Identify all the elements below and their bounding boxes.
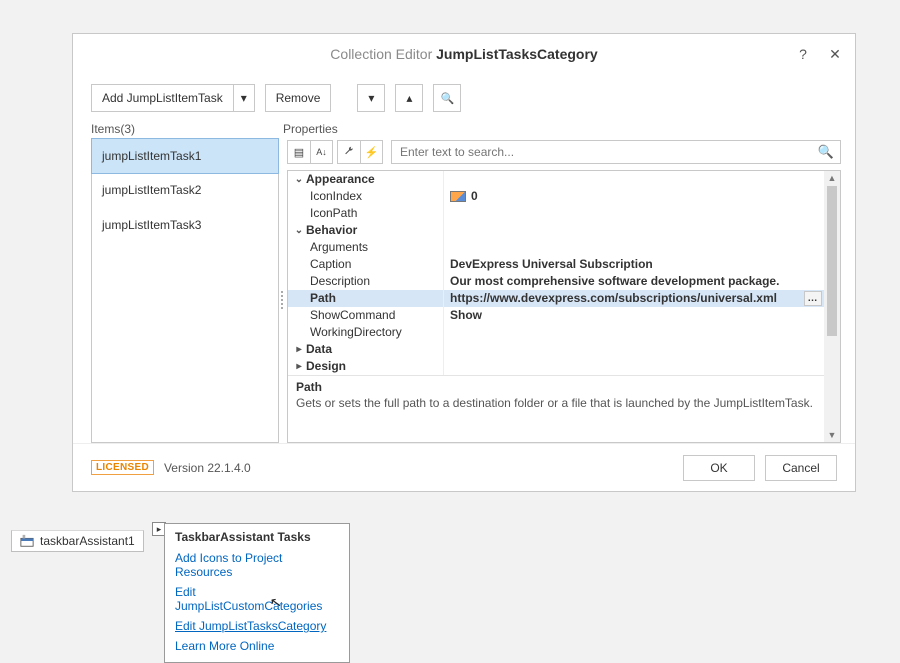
dialog-footer: LICENSED Version 22.1.4.0 OK Cancel xyxy=(73,443,855,491)
description-text: Gets or sets the full path to a destinat… xyxy=(296,396,816,410)
list-item[interactable]: jumpListItemTask3 xyxy=(92,208,278,243)
scroll-down-icon[interactable]: ▼ xyxy=(824,428,840,442)
expand-icon[interactable]: ▸ xyxy=(292,358,306,375)
magnifier-icon: 🔍 xyxy=(441,92,455,105)
properties-tab-button[interactable] xyxy=(338,141,360,163)
lightning-icon: ⚡ xyxy=(365,146,379,159)
expand-icon[interactable]: ▸ xyxy=(292,341,306,358)
smart-tag-panel: TaskbarAssistant Tasks Add Icons to Proj… xyxy=(164,523,350,663)
properties-pane: ▤ A↓ ⚡ 🔍 ⌄Appearance xyxy=(287,138,841,443)
category-row[interactable]: ⌄Appearance xyxy=(288,171,824,188)
category-row[interactable]: ⌄Behavior xyxy=(288,222,824,239)
property-description: Path Gets or sets the full path to a des… xyxy=(288,375,824,416)
categorized-view-button[interactable]: ▤ xyxy=(288,141,310,163)
property-row[interactable]: WorkingDirectory xyxy=(288,324,824,341)
add-item-split-button[interactable]: Add JumpListItemTask ▾ xyxy=(91,84,255,112)
property-row[interactable]: IconIndex 0 xyxy=(288,188,824,205)
toolbar: Add JumpListItemTask ▾ Remove ▾ ▴ 🔍 xyxy=(73,74,855,116)
tray-component[interactable]: taskbarAssistant1 xyxy=(11,530,144,552)
smarttag-link[interactable]: Edit JumpListCustomCategories xyxy=(165,582,349,616)
dialog-title: Collection Editor JumpListTasksCategory xyxy=(330,46,597,62)
wrench-icon xyxy=(343,146,355,158)
title-main: JumpListTasksCategory xyxy=(436,46,598,62)
property-grid-toolbar: ▤ A↓ ⚡ 🔍 xyxy=(287,138,841,166)
events-tab-button[interactable]: ⚡ xyxy=(360,141,382,163)
property-row[interactable]: ShowCommand Show xyxy=(288,307,824,324)
add-item-dropdown[interactable]: ▾ xyxy=(233,84,255,112)
component-tray: taskbarAssistant1 xyxy=(11,530,144,552)
scrollbar-thumb[interactable] xyxy=(827,186,837,336)
scroll-up-icon[interactable]: ▲ xyxy=(824,171,840,185)
splitter-handle[interactable] xyxy=(281,291,285,315)
remove-button[interactable]: Remove xyxy=(265,84,332,112)
chevron-down-icon: ▾ xyxy=(368,91,374,105)
tray-component-label: taskbarAssistant1 xyxy=(40,534,135,548)
property-grid[interactable]: ⌄Appearance IconIndex 0 IconPath ⌄Behavi… xyxy=(287,170,841,443)
search-icon: 🔍 xyxy=(818,144,834,160)
list-item[interactable]: jumpListItemTask1 xyxy=(91,138,279,174)
property-search[interactable]: 🔍 xyxy=(391,140,841,164)
licensed-badge: LICENSED xyxy=(91,460,154,475)
alphabetical-view-button[interactable]: A↓ xyxy=(310,141,332,163)
vertical-scrollbar[interactable]: ▲ ▼ xyxy=(824,171,840,442)
version-label: Version 22.1.4.0 xyxy=(164,461,251,475)
description-property-name: Path xyxy=(296,380,816,394)
add-item-button[interactable]: Add JumpListItemTask xyxy=(91,84,233,112)
category-row[interactable]: ▸Design xyxy=(288,358,824,375)
smarttag-link[interactable]: Edit JumpListTasksCategory xyxy=(165,616,349,636)
collection-editor-dialog: Collection Editor JumpListTasksCategory … xyxy=(72,33,856,492)
search-input[interactable] xyxy=(398,144,818,160)
collapse-icon[interactable]: ⌄ xyxy=(292,171,306,188)
move-down-button[interactable]: ▾ xyxy=(357,84,385,112)
properties-label: Properties xyxy=(283,122,338,136)
help-button[interactable]: ? xyxy=(789,40,817,68)
chevron-up-icon: ▴ xyxy=(406,91,412,105)
items-label: Items(3) xyxy=(91,122,283,136)
iconindex-swatch-icon xyxy=(450,191,466,202)
search-button[interactable]: 🔍 xyxy=(433,84,461,112)
smarttag-link[interactable]: Add Icons to Project Resources xyxy=(165,548,349,582)
property-row-selected[interactable]: Path https://www.devexpress.com/subscrip… xyxy=(288,290,824,307)
ok-button[interactable]: OK xyxy=(683,455,755,481)
close-button[interactable]: ✕ xyxy=(821,40,849,68)
smarttag-title: TaskbarAssistant Tasks xyxy=(165,528,349,548)
titlebar: Collection Editor JumpListTasksCategory … xyxy=(73,34,855,74)
property-row[interactable]: Caption DevExpress Universal Subscriptio… xyxy=(288,256,824,273)
property-row[interactable]: Arguments xyxy=(288,239,824,256)
title-prefix: Collection Editor xyxy=(330,46,432,62)
category-row[interactable]: ▸Data xyxy=(288,341,824,358)
property-row[interactable]: IconPath xyxy=(288,205,824,222)
collapse-icon[interactable]: ⌄ xyxy=(292,222,306,239)
smarttag-link[interactable]: Learn More Online xyxy=(165,636,349,656)
list-item[interactable]: jumpListItemTask2 xyxy=(92,173,278,208)
chevron-down-icon: ▾ xyxy=(241,91,247,105)
property-row[interactable]: Description Our most comprehensive softw… xyxy=(288,273,824,290)
items-list[interactable]: jumpListItemTask1 jumpListItemTask2 jump… xyxy=(91,138,279,443)
move-up-button[interactable]: ▴ xyxy=(395,84,423,112)
smarttag-arrow-icon: ▸ xyxy=(157,524,162,535)
component-icon xyxy=(20,534,34,548)
cancel-button[interactable]: Cancel xyxy=(765,455,837,481)
ellipsis-button[interactable]: … xyxy=(804,291,822,306)
